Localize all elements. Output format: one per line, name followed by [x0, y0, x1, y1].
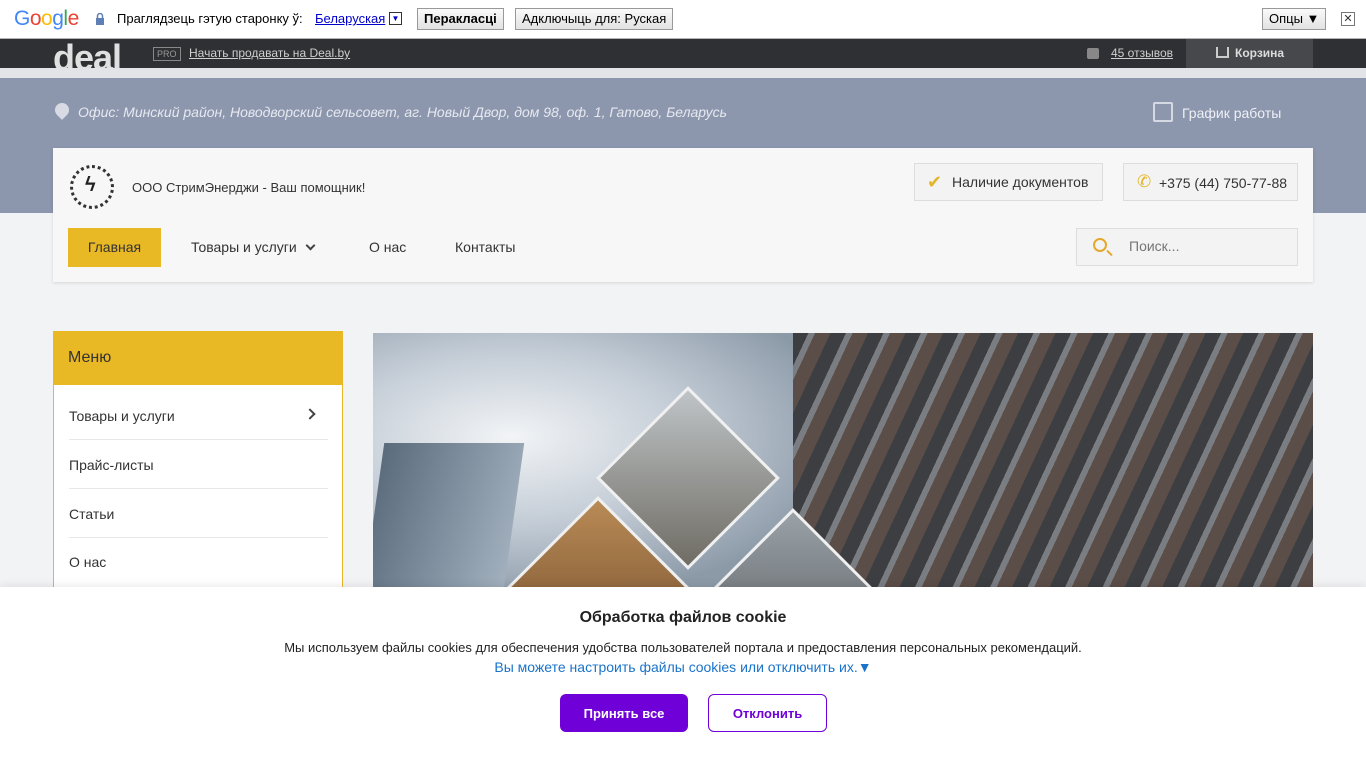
calendar-icon[interactable]	[1153, 102, 1173, 122]
nav-home[interactable]: Главная	[68, 228, 161, 267]
banner-building	[793, 333, 1313, 593]
nav-goods-label: Товары и услуги	[191, 239, 297, 255]
accept-all-button[interactable]: Принять все	[560, 694, 688, 732]
side-item-articles[interactable]: Статьи	[69, 490, 328, 538]
google-logo-letter: o	[29, 7, 42, 30]
translate-language-link[interactable]: Беларуская	[315, 11, 385, 26]
search-input[interactable]	[1129, 238, 1289, 254]
cookie-title: Обработка файлов cookie	[579, 609, 787, 626]
chevron-right-icon	[304, 408, 316, 420]
options-button[interactable]: Опцы ▼	[1262, 8, 1327, 30]
cart-button[interactable]: Корзина	[1186, 39, 1313, 68]
translate-prompt: Праглядзець гэтую старонку ў:	[117, 11, 303, 26]
hero-banner	[373, 333, 1313, 593]
side-item-label: Прайс-листы	[69, 457, 154, 473]
phone-number: +375 (44) 750-77-88	[1159, 175, 1288, 191]
cart-label: Корзина	[1235, 46, 1285, 60]
google-logo: Google	[14, 7, 79, 31]
schedule-link[interactable]: График работы	[1182, 105, 1281, 121]
nav-about[interactable]: О нас	[369, 239, 406, 255]
company-logo[interactable]: ϟ	[70, 165, 114, 209]
reviews-link[interactable]: 45 отзывов	[1111, 46, 1173, 60]
check-icon: ✔	[927, 172, 943, 192]
cookie-banner: Обработка файлов cookie Мы используем фа…	[0, 587, 1366, 768]
close-icon[interactable]: ✕	[1341, 12, 1355, 26]
decline-button[interactable]: Отклонить	[708, 694, 827, 732]
translate-button[interactable]: Перакласці	[417, 8, 504, 30]
nav-contacts[interactable]: Контакты	[455, 239, 515, 255]
phone-button[interactable]: ✆ +375 (44) 750-77-88	[1123, 163, 1298, 201]
comment-icon	[1087, 48, 1099, 59]
disable-translate-button[interactable]: Адключыць для: Руская	[515, 8, 674, 30]
cart-icon	[1216, 47, 1229, 58]
documents-button[interactable]: ✔ Наличие документов	[914, 163, 1103, 201]
side-item-label: Товары и услуги	[69, 408, 175, 424]
cookie-settings-link[interactable]: Вы можете настроить файлы cookies или от…	[0, 659, 1366, 675]
translate-bar: Google Праглядзець гэтую старонку ў: Бел…	[0, 0, 1366, 39]
side-item-label: О нас	[69, 554, 107, 570]
cookie-text: Мы используем файлы cookies для обеспече…	[284, 640, 1082, 655]
deal-logo[interactable]: deal	[53, 40, 121, 68]
side-menu-title: Меню	[53, 331, 343, 385]
pro-badge: PRO	[153, 47, 181, 61]
documents-label: Наличие документов	[952, 174, 1089, 190]
chevron-down-icon	[305, 240, 316, 251]
lock-icon	[96, 13, 104, 25]
lightning-icon: ϟ	[85, 174, 96, 196]
google-logo-letter: o	[41, 7, 53, 30]
office-address: Офис: Минский район, Новодворский сельсо…	[78, 104, 727, 120]
nav-goods[interactable]: Товары и услуги	[191, 239, 316, 255]
google-logo-letter: g	[52, 7, 64, 30]
divider-strip	[0, 68, 1366, 78]
side-item-prices[interactable]: Прайс-листы	[69, 441, 328, 489]
banner-tower	[373, 443, 525, 593]
search-box[interactable]	[1076, 228, 1298, 266]
company-name: ООО СтримЭнерджи - Ваш помощник!	[132, 180, 366, 195]
search-icon[interactable]	[1093, 238, 1107, 252]
side-item-goods[interactable]: Товары и услуги	[69, 392, 328, 440]
google-logo-letter: G	[14, 7, 30, 30]
start-selling-link[interactable]: Начать продавать на Deal.by	[189, 46, 350, 60]
chevron-down-icon[interactable]: ▼	[389, 12, 402, 25]
google-logo-letter: e	[67, 7, 80, 30]
side-item-about[interactable]: О нас	[69, 538, 328, 586]
phone-icon: ✆	[1137, 172, 1152, 191]
side-item-label: Статьи	[69, 506, 115, 522]
